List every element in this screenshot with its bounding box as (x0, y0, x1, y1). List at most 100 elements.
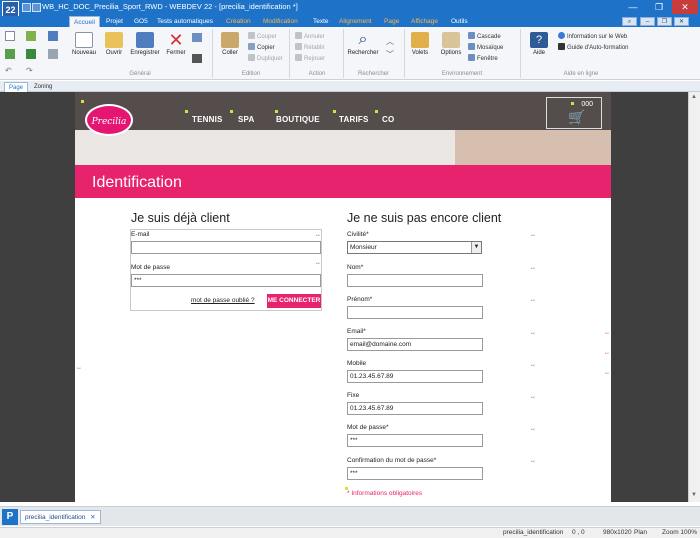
login-email-field[interactable] (131, 241, 321, 254)
connect-button[interactable]: ME CONNECTER (267, 294, 321, 308)
page-icon[interactable] (5, 49, 15, 59)
anchor-icon: ↔ (604, 330, 610, 336)
copier-button[interactable]: Copier (248, 43, 275, 52)
mosaique-button[interactable]: Mosaïque (468, 43, 503, 52)
ouvrir-button[interactable]: Ouvrir (101, 32, 127, 56)
group-general-label: Général (129, 71, 151, 77)
component-icon[interactable] (26, 49, 36, 59)
anchor-icon: ↔ (604, 370, 610, 376)
tab-close-icon[interactable]: ✕ (90, 514, 95, 521)
save-small-icon[interactable] (48, 31, 58, 41)
register-email-field[interactable]: email@domaine.com (347, 338, 483, 351)
fermer-button[interactable]: ✕ Fermer (164, 31, 188, 56)
selection-handle (345, 487, 348, 490)
ribbon-minimize-icon[interactable]: – (640, 17, 655, 26)
scroll-up-icon[interactable]: ▲ (691, 94, 697, 100)
mobile-field[interactable]: 01.23.45.67.89 (347, 370, 483, 383)
page-canvas[interactable]: Precilia TENNIS SPA BOUTIQUE TARIFS CO 0… (75, 92, 611, 502)
menu-texte[interactable]: Texte (313, 16, 329, 27)
print-icon[interactable] (192, 33, 202, 42)
minimize-button[interactable]: — (620, 0, 646, 14)
cart-button[interactable]: 000 🛒 (546, 97, 602, 129)
quick-access-icon[interactable] (32, 3, 41, 12)
nav-tennis[interactable]: TENNIS (192, 115, 223, 124)
quick-access-icon[interactable] (22, 3, 31, 12)
vertical-scrollbar[interactable]: ▲ ▼ (688, 92, 700, 502)
nouveau-button[interactable]: Nouveau (70, 32, 98, 56)
scroll-down-icon[interactable]: ▼ (691, 492, 697, 498)
menu-alignement[interactable]: Alignement (339, 16, 372, 27)
editor-margin-left (0, 92, 75, 502)
group-separator (404, 29, 405, 78)
enregistrer-button[interactable]: Enregistrer (128, 32, 162, 56)
annuler-button[interactable]: Annuler (295, 32, 325, 41)
cascade-icon (468, 32, 475, 39)
menu-go5[interactable]: GO5 (134, 16, 148, 27)
group-separator (289, 29, 290, 78)
fenetre-button[interactable]: Fenêtre (468, 54, 498, 63)
guide-button[interactable]: Guide d'Auto-formation (558, 43, 629, 52)
anchor-icon: ↔ (530, 426, 536, 432)
info-web-button[interactable]: Information sur le Web (558, 32, 627, 41)
coller-button[interactable]: Coller (217, 32, 243, 56)
menu-creation[interactable]: Création (226, 16, 251, 27)
new-doc-icon[interactable] (5, 31, 15, 41)
redo-icon[interactable]: ↷ (26, 67, 36, 75)
anchor-icon: ↔ (604, 350, 610, 356)
close-button[interactable]: ✕ (672, 0, 698, 14)
status-page-name: precilia_identification (503, 529, 564, 536)
identification-banner: Identification (75, 165, 611, 198)
status-size: 980x1020 (603, 529, 632, 536)
paste-icon (221, 32, 239, 48)
chevron-down-icon[interactable]: ﹀ (386, 49, 394, 60)
civility-select[interactable]: Monsieur ▼ (347, 241, 482, 254)
email-label: E-mail (131, 231, 150, 238)
firstname-field[interactable] (347, 306, 483, 319)
menu-affichage[interactable]: Affichage (411, 16, 438, 27)
menu-page[interactable]: Page (384, 16, 399, 27)
rejouer-button[interactable]: Rejouer (295, 54, 325, 63)
rechercher-button[interactable]: ⌕ Rechercher (346, 32, 380, 57)
chevron-up-icon[interactable]: ︿ (386, 36, 394, 47)
help-icon: ? (530, 32, 548, 48)
retablir-button[interactable]: Rétablir (295, 43, 325, 52)
tab-zoning[interactable]: Zoning (30, 82, 56, 92)
window-icon[interactable] (48, 49, 58, 59)
ribbon-close-icon[interactable]: ✕ (674, 17, 689, 26)
menu-modification[interactable]: Modification (263, 16, 298, 27)
login-password-field[interactable]: *** (131, 274, 321, 287)
undo-icon[interactable]: ↶ (5, 67, 15, 75)
group-edition-label: Edition (241, 71, 261, 77)
ribbon-restore-icon[interactable]: ❐ (657, 17, 672, 26)
nav-tarifs[interactable]: TARIFS (339, 115, 369, 124)
nav-boutique[interactable]: BOUTIQUE (276, 115, 320, 124)
menu-tests[interactable]: Tests automatiques (157, 16, 213, 27)
selection-handle (275, 110, 278, 113)
menu-outils[interactable]: Outils (451, 16, 468, 27)
aide-button[interactable]: ? Aide (526, 32, 552, 56)
cascade-button[interactable]: Cascade (468, 32, 501, 41)
register-password-field[interactable]: *** (347, 434, 483, 447)
anchor-icon: ↔ (315, 260, 321, 266)
nav-spa[interactable]: SPA (238, 115, 254, 124)
tab-page[interactable]: Page (4, 82, 29, 92)
restore-button[interactable]: ❐ (646, 0, 672, 14)
civility-value: Monsieur (350, 244, 377, 251)
printer-icon[interactable] (192, 54, 202, 63)
nav-contact[interactable]: CO (382, 115, 394, 124)
volets-button[interactable]: Volets (407, 32, 433, 56)
project-icon[interactable] (26, 31, 36, 41)
options-button[interactable]: Options (437, 32, 465, 56)
lastname-field[interactable] (347, 274, 483, 287)
forgot-password-link[interactable]: mot de passe oublié ? (191, 297, 255, 304)
chevron-down-icon[interactable]: ▼ (471, 242, 481, 253)
document-tab[interactable]: precilia_identification ✕ (20, 510, 101, 524)
search-icon[interactable]: ⌕ (622, 17, 637, 26)
phone-field[interactable]: 01.23.45.67.89 (347, 402, 483, 415)
couper-button[interactable]: Couper (248, 32, 277, 41)
dupliquer-button[interactable]: Dupliquer (248, 54, 283, 63)
precilia-logo[interactable]: Precilia (85, 104, 133, 136)
confirm-password-field[interactable]: *** (347, 467, 483, 480)
menu-accueil[interactable]: Accueil (69, 16, 100, 27)
menu-projet[interactable]: Projet (106, 16, 123, 27)
